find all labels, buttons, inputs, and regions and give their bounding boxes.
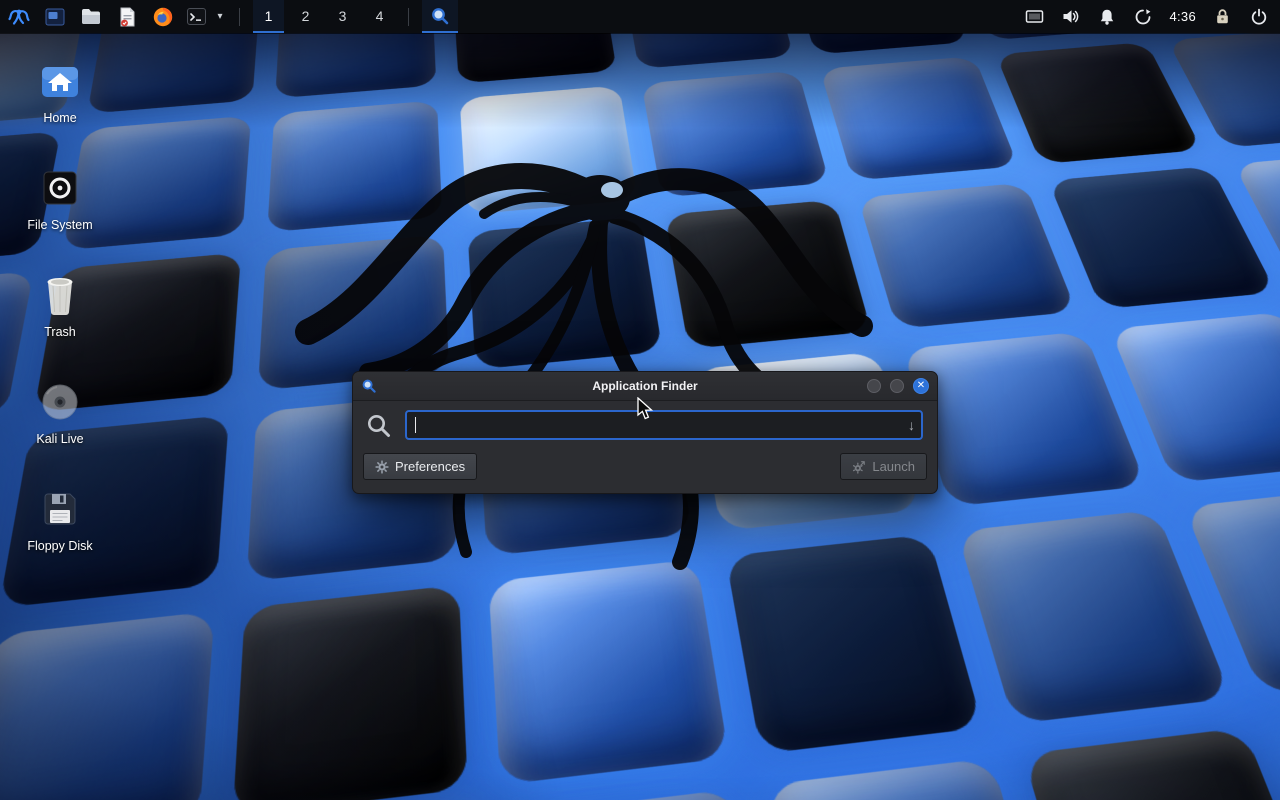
cube-tile [232,585,468,800]
desktop-icon-file-system[interactable]: File System [16,165,104,232]
taskbar-application-finder[interactable] [422,0,458,33]
minimize-button[interactable] [867,379,881,393]
kali-dragon-logo [250,105,890,575]
text-editor-icon [116,6,138,28]
cube-tile [0,611,214,800]
window-title: Application Finder [353,379,937,393]
maximize-button[interactable] [890,379,904,393]
workspace-switcher-2[interactable]: 2 [290,0,321,33]
preferences-gear-icon [375,460,389,474]
updates-icon[interactable] [1133,7,1152,26]
titlebar[interactable]: Application Finder ✕ [353,372,937,401]
search-icon [365,412,392,439]
display-icon[interactable] [1025,7,1044,26]
lock-icon[interactable] [1213,7,1232,26]
notifications-icon[interactable] [1097,7,1116,26]
cube-tile [858,182,1076,328]
desktop-icon-home[interactable]: Home [16,58,104,125]
workspace-switcher-4[interactable]: 4 [364,0,395,33]
window-controls: ✕ [867,378,929,394]
application-finder-window: Application Finder ✕ ↓ [352,371,938,494]
firefox-icon [152,6,174,28]
kali-menu-icon [7,5,31,29]
panel-separator [239,8,240,26]
launch-button[interactable]: Launch [840,453,927,480]
desktop-icon-kali-live[interactable]: Kali Live [16,379,104,446]
window-appfinder-icon [361,378,377,394]
desktop-icon-label: Home [16,111,104,125]
cube-tile [1273,699,1280,800]
volume-icon[interactable] [1061,7,1080,26]
appfinder-task-icon [430,6,450,26]
workspace-switcher-3[interactable]: 3 [327,0,358,33]
cube-tile [995,42,1202,163]
search-row: ↓ [353,401,937,447]
cube-tile [0,437,2,635]
terminal-launcher[interactable] [184,2,208,31]
search-input[interactable]: ↓ [405,410,923,440]
launch-button-label: Launch [872,459,915,474]
window-manager-launcher[interactable] [40,2,70,31]
desktop-icon-label: File System [16,218,104,232]
firefox-launcher[interactable] [148,2,178,31]
text-caret [415,417,416,433]
desktop-icon-label: Floppy Disk [16,539,104,553]
cube-tile [1047,166,1276,309]
preferences-button[interactable]: Preferences [363,453,477,480]
window-manager-icon [44,6,66,28]
preferences-button-label: Preferences [395,459,465,474]
optical-disc-icon [37,379,83,425]
floppy-disk-icon [37,486,83,532]
terminal-icon [186,6,207,27]
file-manager-launcher[interactable] [76,2,106,31]
launch-icon [852,460,866,474]
cube-tile [766,758,1060,800]
trash-icon [37,272,83,318]
close-button[interactable]: ✕ [913,378,929,394]
cube-tile [1023,728,1280,800]
desktop-icon-label: Trash [16,325,104,339]
cube-tile [502,789,775,800]
panel-left-group: ▾ 1 2 3 4 [0,0,458,33]
workspace-switcher-1[interactable]: 1 [253,0,284,33]
panel-right-group: 4:36 [1025,0,1280,33]
file-manager-icon [80,6,102,28]
cube-tile [488,559,729,785]
text-editor-launcher[interactable] [112,2,142,31]
cube-tile [903,331,1146,507]
dialog-button-row: Preferences [353,447,937,480]
panel-separator [408,8,409,26]
applications-menu-button[interactable] [4,2,34,31]
entry-dropdown-icon[interactable]: ↓ [908,418,915,432]
clock[interactable]: 4:36 [1169,9,1196,24]
power-icon[interactable] [1249,7,1268,26]
cube-tile [957,510,1231,725]
file-system-drive-icon [37,165,83,211]
home-folder-icon [37,58,83,104]
chevron-down-icon[interactable]: ▾ [214,11,226,22]
desktop-icon-trash[interactable]: Trash [16,272,104,339]
desktop-icon-floppy-disk[interactable]: Floppy Disk [16,486,104,553]
desktop-icon-label: Kali Live [16,432,104,446]
desktop-root: ▾ 1 2 3 4 [0,0,1280,800]
top-panel: ▾ 1 2 3 4 [0,0,1280,33]
